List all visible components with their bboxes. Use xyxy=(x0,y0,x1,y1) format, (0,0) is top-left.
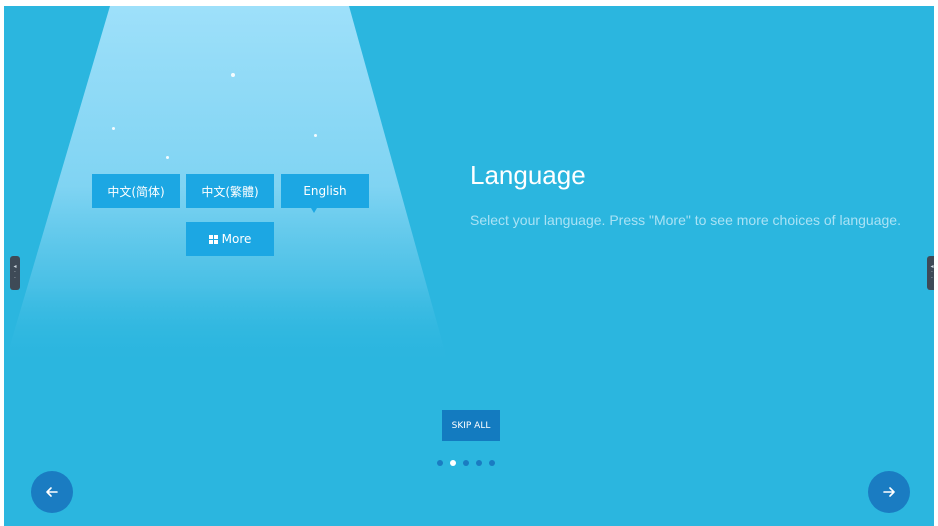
sparkle xyxy=(314,134,317,137)
arrow-left-icon xyxy=(46,487,58,497)
previous-button[interactable] xyxy=(31,471,73,513)
language-option-label: 中文(繁體) xyxy=(201,184,259,199)
grid-icon xyxy=(208,234,218,244)
page-description: Select your language. Press "More" to se… xyxy=(470,212,901,228)
language-option-traditional-chinese[interactable]: 中文(繁體) xyxy=(186,174,274,208)
language-option-label: 中文(简体) xyxy=(107,184,165,199)
pagination-dot-2-active[interactable] xyxy=(450,460,456,466)
language-option-simplified-chinese[interactable]: 中文(简体) xyxy=(92,174,180,208)
arrow-right-icon xyxy=(883,487,895,497)
pagination-dot-4[interactable] xyxy=(476,460,482,466)
sparkle xyxy=(166,156,169,159)
spotlight-beam xyxy=(4,6,449,366)
pagination-dots xyxy=(437,460,495,466)
language-option-english[interactable]: English xyxy=(281,174,369,208)
language-option-label: English xyxy=(303,184,347,198)
skip-all-button[interactable]: SKIP ALL xyxy=(442,410,500,441)
pagination-dot-3[interactable] xyxy=(463,460,469,466)
next-button[interactable] xyxy=(868,471,910,513)
sparkle xyxy=(231,73,235,77)
more-button-label: More xyxy=(221,232,252,246)
page-title: Language xyxy=(470,160,586,190)
more-languages-button[interactable]: More xyxy=(186,222,274,256)
pagination-dot-5[interactable] xyxy=(489,460,495,466)
skip-all-label: SKIP ALL xyxy=(451,420,491,431)
pointer-indicator xyxy=(311,208,317,213)
side-panel-handle-left[interactable]: ◂ · · xyxy=(10,256,20,290)
setup-wizard-screen: 中文(简体) 中文(繁體) English More Language Sele… xyxy=(4,6,934,526)
sparkle xyxy=(112,127,115,130)
pagination-dot-1[interactable] xyxy=(437,460,443,466)
side-panel-handle-right[interactable]: ◂ · · xyxy=(927,256,934,290)
